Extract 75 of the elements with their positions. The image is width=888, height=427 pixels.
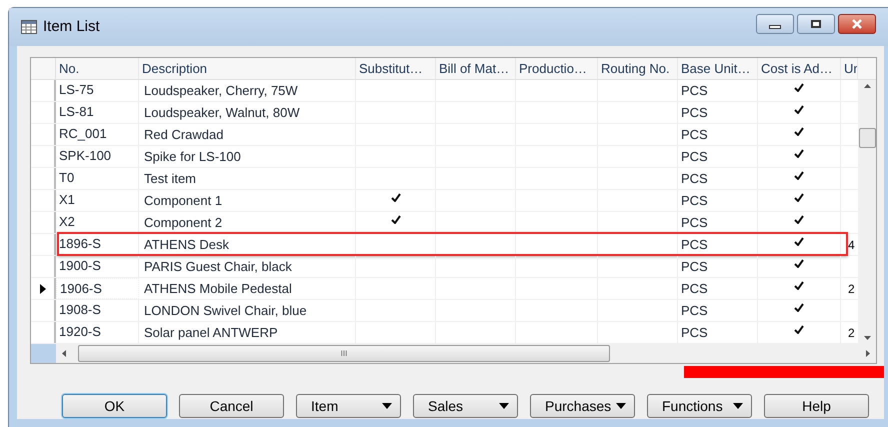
close-icon [851, 19, 863, 29]
scrollbar-thumb[interactable] [858, 128, 876, 148]
table-cell: LS-81 [56, 102, 139, 123]
dialog-button[interactable]: Help [764, 394, 869, 418]
scroll-down-icon[interactable] [864, 336, 870, 340]
table-cell: LONDON Swivel Chair, blue [139, 300, 356, 321]
table-cell: PCS [678, 124, 758, 145]
menu-button[interactable]: Sales [413, 394, 518, 418]
menu-button[interactable]: Purchases [530, 394, 635, 418]
column-header[interactable]: Bill of Mat… [436, 58, 516, 79]
scroll-right-icon[interactable] [866, 350, 870, 357]
table-cell: Loudspeaker, Walnut, 80W [139, 102, 356, 123]
close-button[interactable] [838, 14, 876, 34]
window-title: Item List [43, 16, 100, 37]
table-cell: 1906-S [56, 278, 139, 299]
table-cell: T0 [56, 168, 139, 189]
column-header[interactable]: Description [139, 58, 356, 79]
table-cell: LS-75 [56, 80, 139, 101]
table-cell: 1908-S [56, 300, 139, 321]
scroll-up-icon[interactable] [864, 84, 870, 88]
ok-button[interactable]: OK [62, 394, 167, 418]
table-cell: PCS [678, 80, 758, 101]
table-cell: X1 [56, 190, 139, 211]
table-cell: PCS [678, 190, 758, 211]
table-cell: Loudspeaker, Cherry, 75W [139, 80, 356, 101]
table-cell: PCS [678, 256, 758, 277]
table-cell: PCS [678, 300, 758, 321]
table-cell: PCS [678, 168, 758, 189]
table-cell: PARIS Guest Chair, black [139, 256, 356, 277]
table-cell: Component 2 [139, 212, 356, 233]
caret-icon [616, 403, 626, 409]
scrollbar-grip: III [340, 348, 348, 360]
scrollbar-corner [31, 344, 56, 363]
column-header[interactable]: Substitut… [356, 58, 436, 79]
table-cell: 1896-S [56, 234, 139, 255]
table-cell: PCS [678, 278, 758, 299]
caret-icon [499, 403, 509, 409]
column-header[interactable]: Productio… [516, 58, 598, 79]
column-header[interactable]: Cost is Ad… [758, 58, 841, 79]
table-cell: ATHENS Mobile Pedestal [139, 278, 356, 299]
column-header[interactable]: No. [56, 58, 139, 79]
table-cell: Red Crawdad [139, 124, 356, 145]
table-cell: ATHENS Desk [139, 234, 356, 255]
column-header[interactable]: Routing No. [598, 58, 678, 79]
table-cell: RC_001 [56, 124, 139, 145]
table-cell: PCS [678, 322, 758, 343]
column-header[interactable]: Base Unit… [678, 58, 758, 79]
menu-button[interactable]: Functions [647, 394, 752, 418]
table-cell: PCS [678, 102, 758, 123]
horizontal-scrollbar[interactable]: III [56, 344, 876, 363]
table-cell: Solar panel ANTWERP [139, 322, 356, 343]
caret-icon [382, 403, 392, 409]
table-cell: 4 [848, 238, 855, 252]
vertical-scrollbar[interactable] [858, 80, 876, 344]
table-cell: PCS [678, 212, 758, 233]
table-cell: 1900-S [56, 256, 139, 277]
table-cell: 1920-S [56, 322, 139, 343]
maximize-button[interactable] [797, 14, 835, 34]
dialog-button[interactable]: Cancel [179, 394, 284, 418]
table-cell: PCS [678, 146, 758, 167]
table-cell: SPK-100 [56, 146, 139, 167]
scrollbar-thumb[interactable]: III [78, 345, 610, 362]
table-cell: Component 1 [139, 190, 356, 211]
caret-icon [733, 403, 743, 409]
current-row-icon [40, 284, 46, 294]
minimize-button[interactable] [756, 14, 794, 34]
menu-button[interactable]: Item [296, 394, 401, 418]
table-cell: Spike for LS-100 [139, 146, 356, 167]
scroll-left-icon[interactable] [62, 350, 66, 357]
table-icon [21, 20, 37, 34]
table-cell: X2 [56, 212, 139, 233]
table-cell: PCS [678, 234, 758, 255]
table-cell: 2 [848, 326, 855, 340]
table-cell: Test item [139, 168, 356, 189]
table-cell: 2 [848, 282, 855, 296]
